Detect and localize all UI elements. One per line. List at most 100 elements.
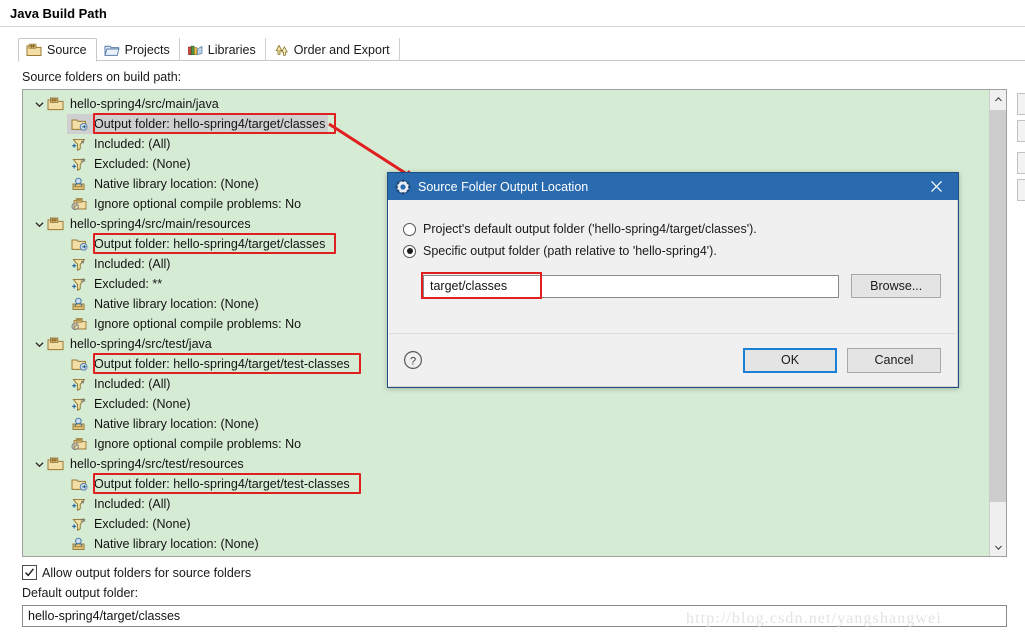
tab-strip: Source Projects Libraries Order and Expo…: [0, 37, 1025, 62]
radio-specific-label: Specific output folder (path relative to…: [423, 244, 717, 258]
tab-projects[interactable]: Projects: [97, 38, 180, 61]
native-library-icon: [72, 297, 85, 310]
svg-text:?: ?: [410, 355, 416, 367]
excluded-filter-icon: [72, 278, 86, 291]
dialog-footer: ? OK Cancel: [388, 333, 958, 387]
tab-projects-label: Projects: [124, 42, 170, 57]
tree-row-attribute[interactable]: Excluded: (None): [23, 514, 989, 534]
tree-row-attribute[interactable]: Output folder: hello-spring4/target/test…: [23, 474, 989, 494]
cancel-button-label: Cancel: [874, 353, 914, 367]
scrollbar-track[interactable]: [990, 107, 1006, 539]
chevron-down-icon[interactable]: [31, 221, 47, 228]
default-output-folder-value: hello-spring4/target/classes: [28, 609, 181, 623]
tree-row-attribute[interactable]: Output folder: hello-spring4/target/clas…: [23, 114, 989, 134]
allow-output-folders-label: Allow output folders for source folders: [42, 565, 252, 580]
output-path-input[interactable]: target/classes: [423, 274, 840, 298]
help-icon[interactable]: ?: [403, 350, 423, 370]
tab-libraries[interactable]: Libraries: [180, 38, 266, 61]
tab-libraries-label: Libraries: [207, 42, 256, 57]
tree-row-label: hello-spring4/src/main/java: [70, 97, 219, 111]
tab-source[interactable]: Source: [18, 38, 97, 62]
tree-row-attribute[interactable]: Ignore optional compile problems: No: [23, 434, 989, 454]
tree-row-attribute[interactable]: Included: (All): [23, 134, 989, 154]
watermark-text: http://blog.csdn.net/yangshangwei: [686, 610, 942, 627]
native-library-icon: [72, 417, 85, 430]
excluded-filter-icon: [72, 398, 86, 411]
tree-row-label: Included: (All): [94, 257, 171, 271]
edge-button-4[interactable]: [1017, 179, 1025, 201]
radio-specific-output[interactable]: Specific output folder (path relative to…: [403, 240, 941, 262]
dialog-titlebar: Source Folder Output Location: [388, 173, 958, 200]
chevron-down-icon[interactable]: [31, 341, 47, 348]
tree-row-label: Included: (All): [94, 497, 171, 511]
tree-row-label: Ignore optional compile problems: No: [94, 317, 302, 331]
tree-row-attribute[interactable]: Excluded: (None): [23, 394, 989, 414]
tree-row-label: Output folder: hello-spring4/target/test…: [94, 357, 350, 371]
edge-button-1[interactable]: [1017, 93, 1025, 115]
tree-row-label: Native library location: (None): [94, 417, 259, 431]
scrollbar-thumb[interactable]: [990, 110, 1006, 502]
included-filter-icon: [72, 499, 86, 511]
tree-row-label: Native library location: (None): [94, 297, 259, 311]
tree-row-label: hello-spring4/src/test/java: [70, 337, 212, 351]
tree-row-attribute[interactable]: Included: (All): [23, 494, 989, 514]
browse-button[interactable]: Browse...: [851, 274, 941, 298]
tree-row-label: Included: (All): [94, 377, 171, 391]
source-folder-icon: [47, 337, 64, 351]
output-path-row: target/classes Browse...: [421, 272, 941, 299]
tree-row-label: Native library location: (None): [94, 537, 259, 551]
chevron-down-icon[interactable]: [31, 101, 47, 108]
libraries-books-icon: [187, 43, 203, 57]
tree-row-attribute[interactable]: Excluded: (None): [23, 154, 989, 174]
tab-order-and-export[interactable]: Order and Export: [266, 38, 400, 61]
source-folder-icon: [47, 217, 64, 231]
tree-row-attribute[interactable]: Native library location: (None): [23, 534, 989, 554]
tree-row-label: hello-spring4/src/main/resources: [70, 217, 251, 231]
tree-row-label: Output folder: hello-spring4/target/test…: [94, 477, 350, 491]
source-folder-output-location-dialog: Source Folder Output Location Project's …: [387, 172, 959, 388]
edge-button-2[interactable]: [1017, 120, 1025, 142]
ignore-problems-icon: [71, 438, 87, 451]
scroll-up-icon[interactable]: [990, 90, 1006, 107]
cancel-button[interactable]: Cancel: [847, 347, 941, 373]
tree-row-label: Native library location: (None): [94, 177, 259, 191]
native-library-icon: [72, 537, 85, 550]
edge-button-3[interactable]: [1017, 152, 1025, 174]
ok-button-label: OK: [780, 353, 800, 367]
ignore-problems-icon: [71, 318, 87, 331]
tree-row-source-folder[interactable]: hello-spring4/src/test/resources: [23, 454, 989, 474]
source-folder-icon: [47, 457, 64, 471]
ignore-problems-icon: [71, 198, 87, 211]
tab-order-and-export-label: Order and Export: [293, 42, 390, 57]
radio-project-default-glyph[interactable]: [403, 222, 416, 236]
included-filter-icon: [72, 139, 86, 151]
window-header: Java Build Path: [0, 0, 1025, 27]
included-filter-icon: [72, 259, 86, 271]
tree-row-label: hello-spring4/src/test/resources: [70, 457, 244, 471]
allow-output-folders-checkbox[interactable]: [22, 565, 37, 580]
radio-project-default-output[interactable]: Project's default output folder ('hello-…: [403, 218, 941, 240]
chevron-down-icon[interactable]: [31, 461, 47, 468]
ok-button[interactable]: OK: [743, 347, 837, 373]
tree-row-attribute[interactable]: Ignore optional compile problems: No: [23, 554, 989, 556]
projects-folder-icon: [103, 43, 120, 57]
output-path-value: target/classes: [430, 279, 508, 293]
output-folder-icon: [71, 479, 88, 491]
tree-row-attribute[interactable]: Native library location: (None): [23, 414, 989, 434]
scroll-down-icon[interactable]: [990, 539, 1006, 556]
allow-output-folders-row[interactable]: Allow output folders for source folders: [22, 565, 1007, 580]
tree-row-label: Included: (All): [94, 137, 171, 151]
tree-vertical-scrollbar[interactable]: [989, 90, 1006, 556]
tree-row-source-folder[interactable]: hello-spring4/src/main/java: [23, 94, 989, 114]
close-icon[interactable]: [914, 173, 958, 200]
tree-row-label: Ignore optional compile problems: No: [94, 197, 302, 211]
output-folder-icon: [71, 359, 88, 371]
radio-specific-glyph[interactable]: [403, 244, 416, 258]
tree-row-label: Output folder: hello-spring4/target/clas…: [94, 117, 326, 131]
excluded-filter-icon: [72, 158, 86, 171]
dialog-gear-icon: [395, 178, 411, 195]
browse-button-label: Browse...: [870, 279, 923, 293]
tree-row-label: Excluded: (None): [94, 157, 191, 171]
tree-row-label: Excluded: **: [94, 277, 163, 291]
included-filter-icon: [72, 379, 86, 391]
